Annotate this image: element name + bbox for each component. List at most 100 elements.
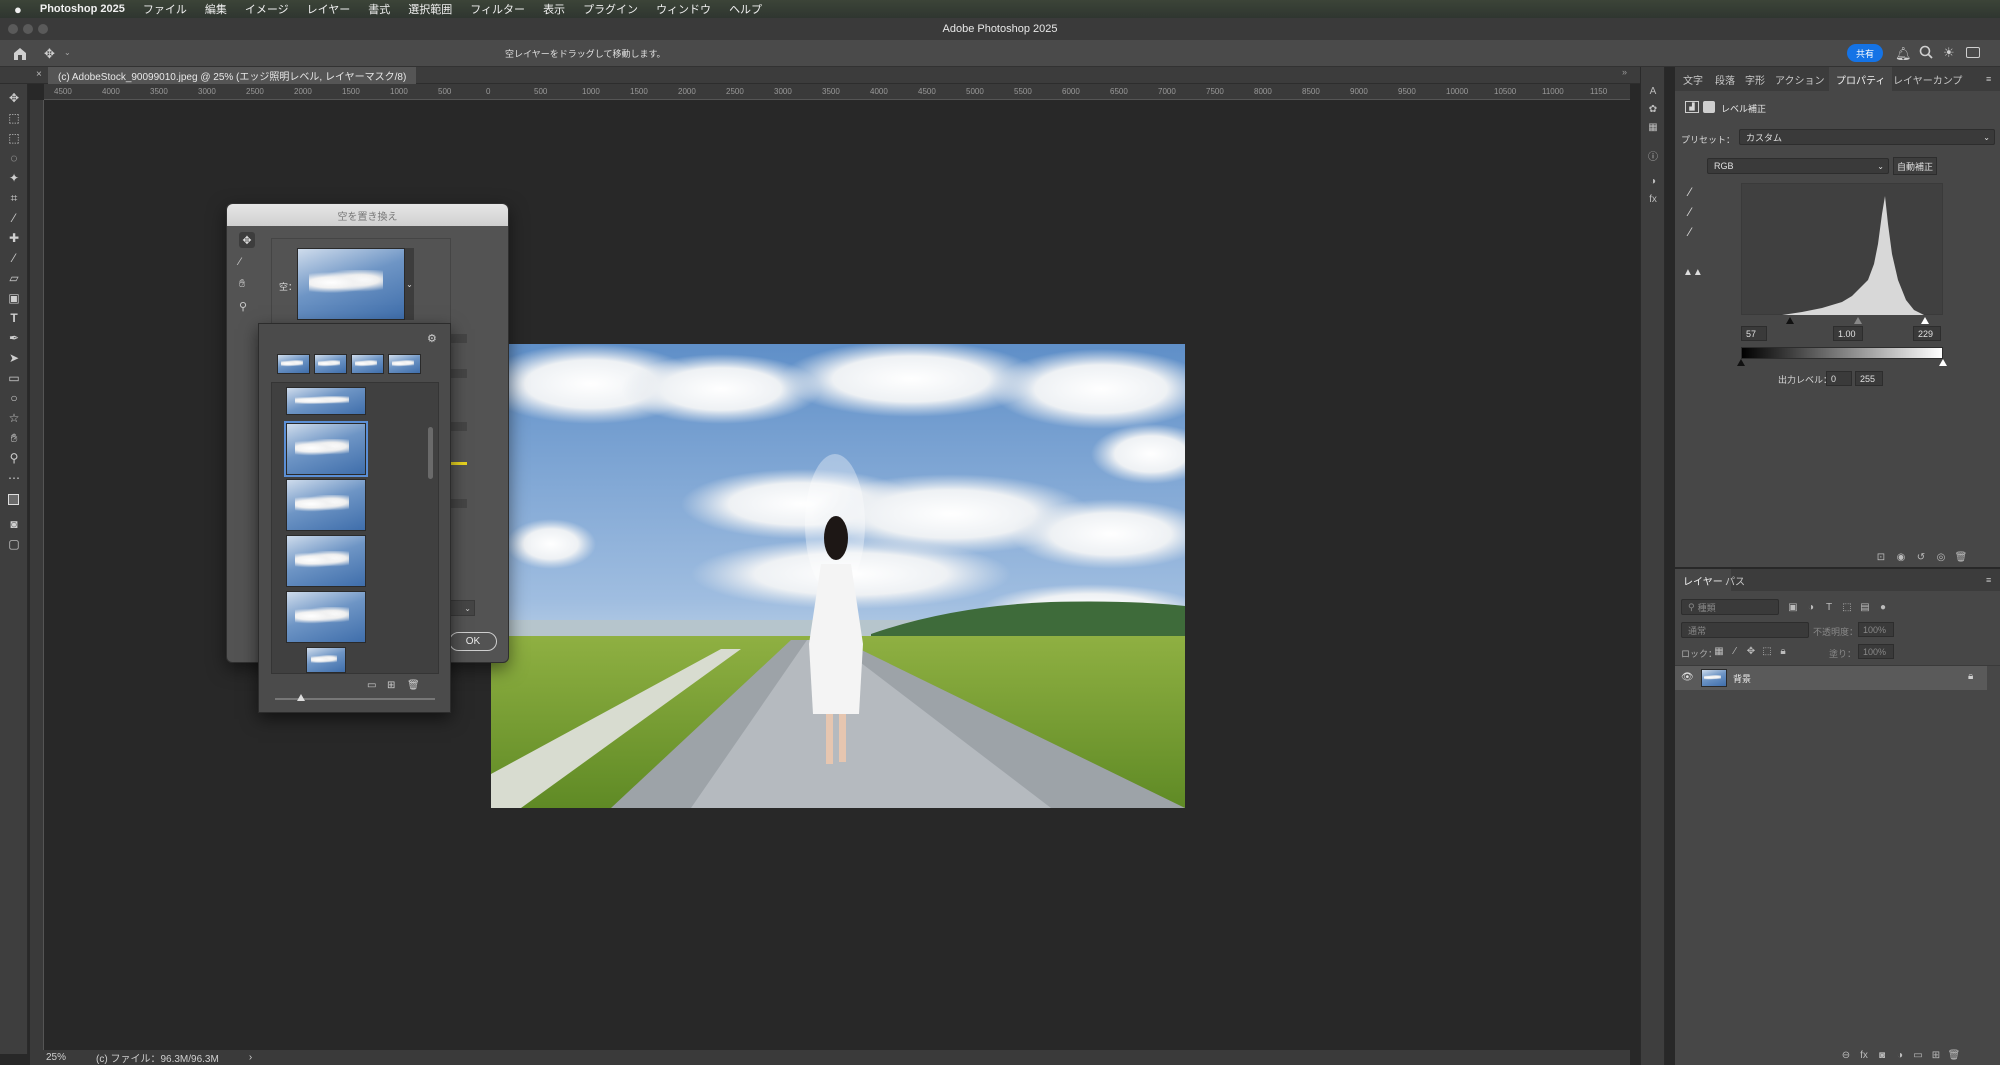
brush-tool-icon[interactable]: ⁄ — [6, 250, 22, 266]
close-tab-icon[interactable]: × — [36, 69, 42, 80]
output-white-field[interactable]: 255 — [1855, 371, 1883, 386]
sky-brush-tool-icon[interactable]: ⁄ — [239, 256, 241, 268]
fill-field[interactable]: 100% — [1858, 644, 1894, 659]
link-layers-icon[interactable]: ⊖ — [1840, 1049, 1852, 1061]
zoom-tool-icon[interactable]: ⚲ — [6, 450, 22, 466]
sky-dropdown-chevron-icon[interactable]: ⌄ — [405, 248, 414, 320]
apple-icon[interactable]: ● — [14, 2, 22, 17]
tab-layer-comps[interactable]: レイヤーカンプ — [1893, 67, 1962, 91]
sky-list-item[interactable] — [286, 387, 366, 415]
delete-adjustment-icon[interactable]: 🗑︎ — [1955, 551, 1968, 563]
eyedropper-tool-icon[interactable]: ⁄ — [6, 210, 22, 226]
bell-icon[interactable]: 🔔︎ — [1895, 46, 1912, 62]
sky-group-thumbnail[interactable] — [314, 354, 347, 374]
trash-icon[interactable]: 🗑︎ — [407, 680, 420, 691]
tab-glyphs[interactable]: 字形 — [1745, 67, 1765, 91]
document-image[interactable] — [491, 344, 1185, 808]
sky-move-tool-icon[interactable]: ✥ — [239, 232, 255, 248]
sky-group-thumbnail[interactable] — [388, 354, 421, 374]
gear-icon[interactable]: ⚙ — [427, 332, 437, 345]
menu-select[interactable]: 選択範囲 — [408, 1, 452, 17]
zoom-level[interactable]: 25% — [46, 1052, 66, 1063]
menu-filter[interactable]: フィルター — [470, 1, 525, 17]
input-black-field[interactable]: 57 — [1741, 326, 1767, 341]
filter-adjustment-icon[interactable]: ◑ — [1805, 601, 1817, 613]
crop-tool-icon[interactable]: ⌗ — [6, 190, 22, 206]
delete-layer-icon[interactable]: 🗑︎ — [1948, 1049, 1961, 1061]
file-size-info[interactable]: (c) ファイル：96.3M/96.3M — [96, 1050, 219, 1065]
info-icon[interactable]: ⓘ — [1647, 149, 1659, 163]
character-panel-icon[interactable]: A — [1647, 85, 1659, 97]
lightbulb-icon[interactable]: ☀ — [1943, 45, 1955, 61]
new-adjustment-layer-icon[interactable]: ◑ — [1894, 1049, 1906, 1061]
fx-icon[interactable]: fx — [1858, 1049, 1870, 1061]
lock-all-icon[interactable]: 🔒︎ — [1777, 645, 1789, 657]
menu-help[interactable]: ヘルプ — [729, 1, 762, 17]
thumbnail-size-handle[interactable] — [297, 694, 305, 701]
layer-row[interactable]: 👁︎ 背景 🔒︎ — [1675, 666, 1987, 690]
hand-tool-icon[interactable]: ✋︎ — [239, 278, 245, 291]
search-icon[interactable] — [1919, 45, 1933, 59]
status-arrow-icon[interactable]: › — [249, 1052, 252, 1063]
gradient-tool-icon[interactable]: ▣ — [6, 290, 22, 306]
move-tool-icon[interactable]: ✥ — [6, 90, 22, 106]
rectangle-tool-icon[interactable]: ▭ — [6, 370, 22, 386]
view-previous-icon[interactable]: ◉ — [1895, 551, 1907, 563]
white-eyedropper-icon[interactable]: ⁄ — [1689, 225, 1691, 239]
ellipse-tool-icon[interactable]: ○ — [6, 390, 22, 406]
lock-position-icon[interactable]: ✥ — [1745, 645, 1757, 657]
channel-select[interactable]: RGB ⌄ — [1707, 158, 1889, 174]
lock-image-icon[interactable]: ⁄ — [1729, 645, 1741, 657]
clipping-warning-icon[interactable]: ▲▲ — [1683, 267, 1703, 278]
add-mask-icon[interactable]: ◙ — [1876, 1049, 1888, 1061]
input-white-field[interactable]: 229 — [1913, 326, 1941, 341]
sky-group-thumbnail[interactable] — [351, 354, 384, 374]
input-black-slider-handle[interactable] — [1786, 317, 1794, 324]
menu-edit[interactable]: 編集 — [205, 1, 227, 17]
filter-shape-icon[interactable]: ⬚ — [1841, 601, 1853, 613]
filter-type-icon[interactable]: T — [1823, 601, 1835, 613]
sky-list-item[interactable] — [286, 591, 366, 643]
menu-view[interactable]: 表示 — [543, 1, 565, 17]
filter-toggle-icon[interactable]: ● — [1877, 601, 1889, 613]
screen-mode-icon[interactable]: ▢ — [6, 536, 22, 552]
swatches-icon[interactable]: ▦ — [1647, 121, 1659, 133]
healing-brush-tool-icon[interactable]: ✚ — [6, 230, 22, 246]
sky-list-item[interactable] — [286, 535, 366, 587]
tab-character[interactable]: 文字 — [1683, 67, 1703, 91]
input-gamma-slider-handle[interactable] — [1854, 317, 1862, 324]
output-white-slider-handle[interactable] — [1939, 359, 1947, 366]
gray-eyedropper-icon[interactable]: ⁄ — [1689, 205, 1691, 219]
new-group-icon[interactable]: ▭ — [1912, 1049, 1924, 1061]
adjustments-icon[interactable]: ◑ — [1647, 175, 1659, 187]
input-white-slider-handle[interactable] — [1921, 317, 1929, 324]
output-black-field[interactable]: 0 — [1826, 371, 1852, 386]
menu-type[interactable]: 書式 — [368, 1, 390, 17]
tab-properties[interactable]: プロパティ — [1829, 67, 1893, 91]
menu-window[interactable]: ウィンドウ — [656, 1, 711, 17]
eraser-tool-icon[interactable]: ▱ — [6, 270, 22, 286]
clip-to-layer-icon[interactable]: ⊡ — [1875, 551, 1887, 563]
tab-paths[interactable]: パス — [1725, 569, 1745, 591]
mask-icon[interactable] — [1703, 101, 1715, 113]
sky-list-item-selected[interactable] — [284, 421, 368, 477]
tab-layers[interactable]: レイヤー — [1675, 569, 1731, 591]
folder-icon[interactable]: ▭ — [367, 680, 376, 691]
brush-settings-icon[interactable]: ✿ — [1647, 103, 1659, 115]
tab-actions[interactable]: アクション — [1775, 67, 1825, 91]
menu-layer[interactable]: レイヤー — [307, 1, 351, 17]
input-gamma-field[interactable]: 1.00 — [1833, 326, 1863, 341]
magic-wand-tool-icon[interactable]: ✦ — [6, 170, 22, 186]
filter-smart-object-icon[interactable]: ▤ — [1859, 601, 1871, 613]
pen-tool-icon[interactable]: ✒ — [6, 330, 22, 346]
sky-group-thumbnail[interactable] — [277, 354, 310, 374]
document-tab[interactable]: (c) AdobeStock_90099010.jpeg @ 25% (エッジ照… — [48, 67, 417, 84]
quick-mask-icon[interactable]: ◙ — [6, 516, 22, 532]
hand-tool-icon[interactable]: ✋︎ — [6, 430, 22, 446]
menu-app-name[interactable]: Photoshop 2025 — [40, 3, 125, 15]
zoom-tool-icon[interactable]: ⚲ — [239, 300, 247, 313]
sky-list-item[interactable] — [286, 479, 366, 531]
sky-preview-thumbnail[interactable] — [297, 248, 405, 320]
tool-preset-chevron-icon[interactable]: ⌄ — [64, 48, 71, 57]
panel-menu-icon[interactable]: ≡ — [1986, 569, 1991, 591]
